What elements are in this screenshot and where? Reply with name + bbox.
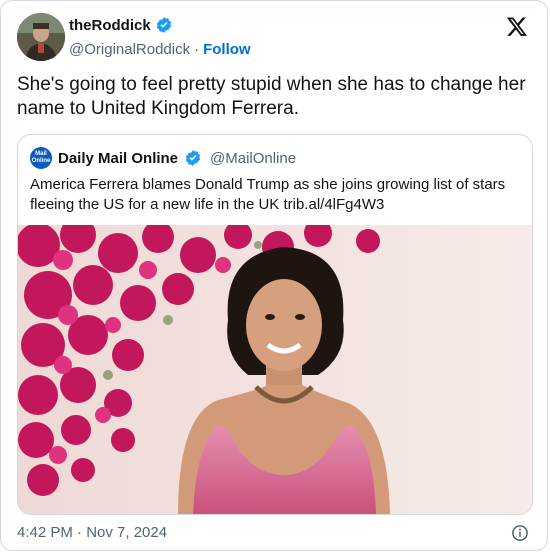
quoted-tweet-photo[interactable] [18,225,532,514]
author-display-name[interactable]: theRoddick [69,17,151,34]
quoted-author-handle[interactable]: @MailOnline [210,150,296,167]
author-name-row: theRoddick [69,16,173,34]
quoted-tweet-text: America Ferrera blames Donald Trump as s… [30,176,506,213]
quoted-author-avatar[interactable]: Mail Online [30,147,52,169]
quoted-tweet[interactable]: Mail Online Daily Mail Online @MailOnlin… [17,134,533,515]
tweet-embed-card: theRoddick @OriginalRoddick · Follow She… [0,0,548,551]
separator-dot: · [194,41,200,58]
verified-badge-icon [155,16,173,34]
author-avatar[interactable] [17,13,65,61]
author-handle[interactable]: @OriginalRoddick [69,41,190,58]
quoted-avatar-text-line1: Mail [35,151,47,157]
quoted-author-name[interactable]: Daily Mail Online [58,150,178,167]
tweet-timestamp[interactable]: 4:42 PM · Nov 7, 2024 [17,524,167,541]
follow-button[interactable]: Follow [203,41,251,58]
info-icon[interactable] [511,524,529,542]
quoted-verified-badge-icon [184,149,202,167]
quoted-tweet-header: Mail Online Daily Mail Online @MailOnlin… [30,147,296,169]
author-handle-row: @OriginalRoddick · Follow [69,41,251,58]
quoted-avatar-text-line2: Online [31,158,51,164]
tweet-text: She's going to feel pretty stupid when s… [17,74,526,119]
x-logo-icon[interactable] [505,15,529,39]
